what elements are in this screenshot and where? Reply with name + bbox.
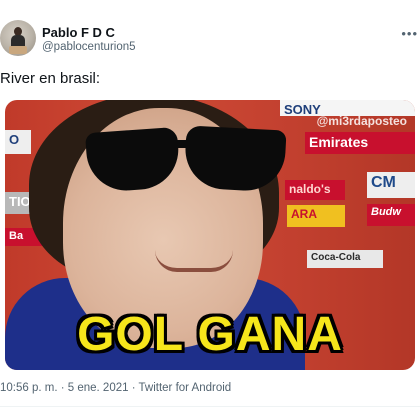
tweet-text: River en brasil: [0, 70, 101, 87]
sponsor-board: Coca-Cola [307, 250, 383, 268]
divider [0, 406, 420, 407]
avatar[interactable] [0, 20, 36, 56]
media-watermark: @mi3rdaposteo [316, 114, 407, 128]
avatar-figure-legs [9, 46, 27, 54]
more-horizontal-icon[interactable]: ••• [401, 26, 418, 41]
smile [155, 250, 233, 272]
author-display-name[interactable]: Pablo F D C [42, 25, 115, 40]
author-handle[interactable]: @pablocenturion5 [42, 41, 136, 53]
sponsor-board: Emirates [305, 132, 415, 154]
meme-caption: GOL GANA [77, 308, 343, 361]
tweet-media-image[interactable]: SONY Emirates O TION Ba naldo's CM ARA B… [5, 100, 415, 370]
tweet-timestamp[interactable]: 10:56 p. m. · 5 ene. 2021 · Twitter for … [0, 382, 231, 394]
sunglasses-bridge [173, 140, 191, 148]
tweet-header: Pablo F D C @pablocenturion5 ••• [0, 20, 420, 64]
sponsor-board: Budw [367, 204, 415, 226]
sponsor-board: CM [367, 172, 415, 198]
